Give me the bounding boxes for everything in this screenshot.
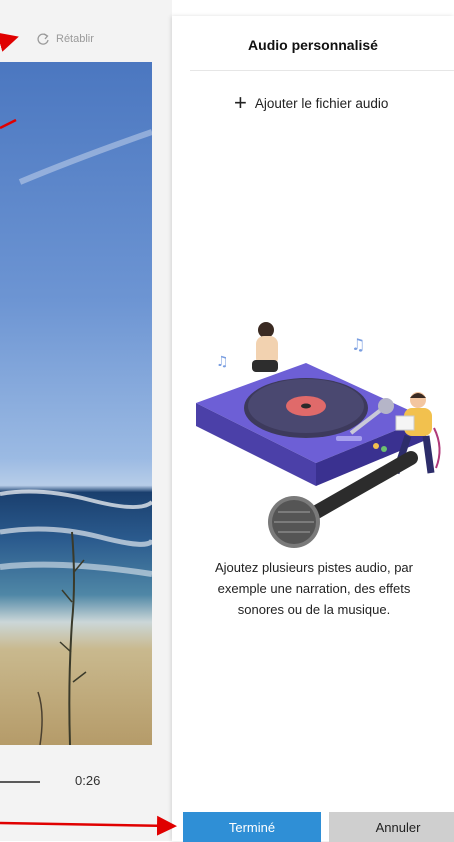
done-button[interactable]: Terminé bbox=[183, 812, 321, 842]
preview-pane: Rétablir 0:26 bbox=[0, 0, 172, 841]
empty-state-hint: Ajoutez plusieurs pistes audio, par exem… bbox=[176, 557, 452, 620]
custom-audio-panel: Audio personnalisé + Ajouter le fichier … bbox=[172, 16, 454, 841]
turntable-illustration: ♫ ♫ bbox=[196, 322, 441, 548]
panel-divider bbox=[190, 70, 454, 71]
panel-title: Audio personnalisé bbox=[248, 37, 378, 53]
redo-label: Rétablir bbox=[56, 33, 94, 45]
timeline-progress bbox=[0, 781, 40, 783]
redo-button[interactable]: Rétablir bbox=[36, 32, 94, 46]
hint-line-1: Ajoutez plusieurs pistes audio, par bbox=[214, 560, 413, 575]
plus-icon: + bbox=[234, 90, 247, 115]
redo-icon bbox=[37, 33, 49, 45]
video-preview-image bbox=[0, 62, 152, 745]
hint-line-3: sonores ou de la musique. bbox=[237, 602, 391, 617]
cancel-button[interactable]: Annuler bbox=[329, 812, 454, 842]
add-audio-file-button[interactable]: + Ajouter le fichier audio bbox=[234, 92, 388, 114]
add-audio-label: Ajouter le fichier audio bbox=[254, 95, 389, 111]
hint-line-2: exemple une narration, des effets bbox=[217, 581, 411, 596]
playback-timeline[interactable]: 0:26 bbox=[0, 768, 172, 798]
playback-time: 0:26 bbox=[75, 773, 101, 788]
svg-text:♫: ♫ bbox=[216, 354, 229, 370]
svg-text:♫: ♫ bbox=[351, 335, 365, 354]
